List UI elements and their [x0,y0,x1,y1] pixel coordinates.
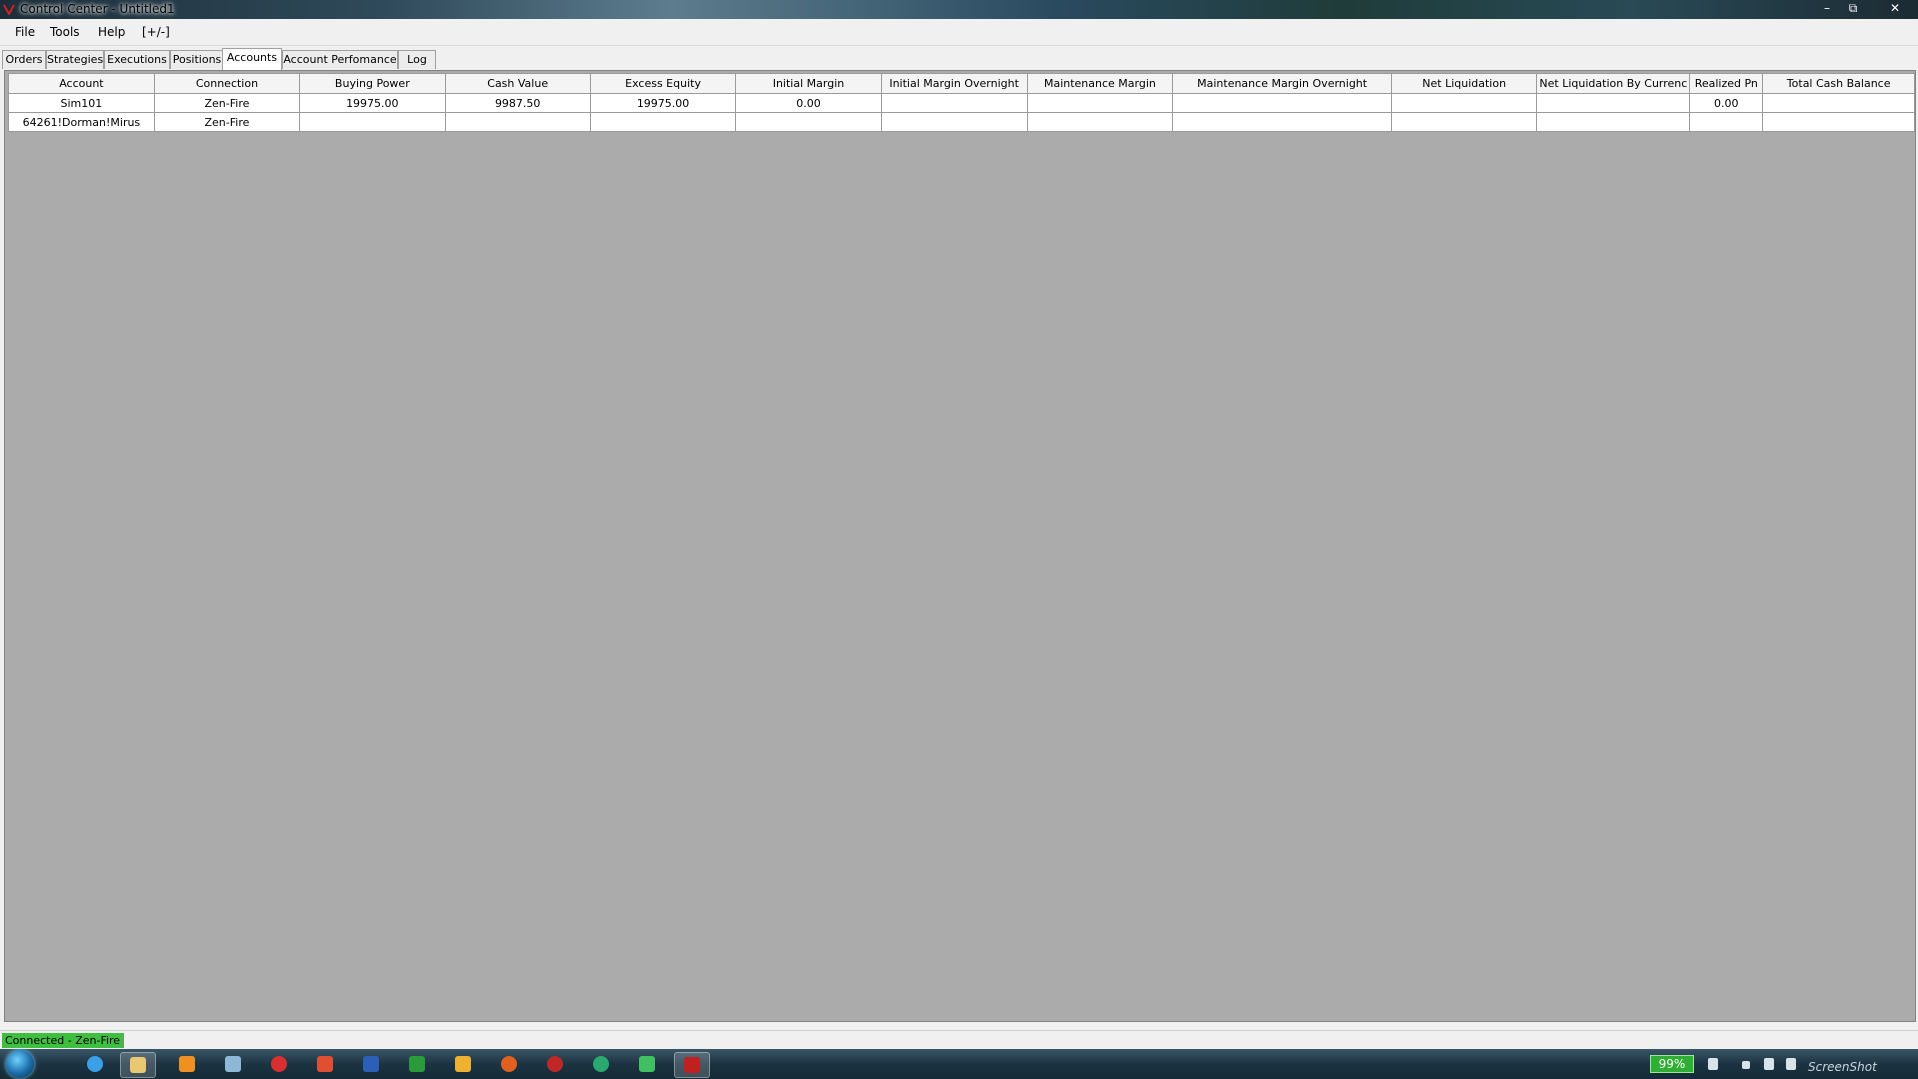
tab-orders[interactable]: Orders [2,50,46,69]
table-cell[interactable] [589,112,737,132]
table-cell[interactable] [1536,93,1691,113]
window-title: Control Center - Untitled1 [20,2,175,16]
column-header[interactable]: Excess Equity [589,73,737,94]
media-player-icon[interactable] [170,1052,204,1076]
presentation-icon[interactable] [308,1052,342,1076]
trading-platform-icon[interactable] [674,1052,710,1078]
tab-executions[interactable]: Executions [104,50,170,69]
connection-status: Connected - Zen-Fire [2,1033,125,1048]
table-row[interactable]: 64261!Dorman!Mirus Zen-Fire [8,112,1915,132]
accounts-panel: Account Connection Buying Power Cash Val… [4,70,1916,1022]
close-button[interactable]: ✕ [1880,0,1910,18]
table-cell[interactable] [299,112,446,132]
sync-icon[interactable] [1708,1058,1718,1070]
reader-icon[interactable] [262,1052,296,1076]
table-cell[interactable] [1390,112,1538,132]
browser-icon[interactable] [78,1052,112,1076]
table-cell[interactable] [444,112,591,132]
chart-app-icon[interactable] [630,1052,664,1076]
column-header[interactable]: Maintenance Margin Overnight [1172,73,1392,94]
table-cell[interactable] [1172,93,1392,113]
grid-header-row: Account Connection Buying Power Cash Val… [8,73,1915,94]
column-header[interactable]: Realized Pn [1689,73,1764,94]
security-icon[interactable] [538,1052,572,1076]
table-cell[interactable] [880,112,1028,132]
table-cell[interactable] [1689,112,1764,132]
table-cell[interactable] [1026,93,1174,113]
column-header[interactable]: Maintenance Margin [1026,73,1174,94]
table-cell[interactable] [1762,93,1915,113]
column-header[interactable]: Connection [153,73,301,94]
tab-positions[interactable]: Positions [170,50,224,69]
table-cell[interactable] [880,93,1028,113]
mail-icon[interactable] [446,1052,480,1076]
chat-icon[interactable] [216,1052,250,1076]
globe-icon[interactable] [584,1052,618,1076]
table-cell[interactable]: 9987.50 [444,93,591,113]
status-bar: Connected - Zen-Fire [0,1030,1918,1050]
table-cell[interactable]: Zen-Fire [153,93,301,113]
app-icon [3,4,15,15]
watermark: ScreenShot [1808,1060,1877,1074]
menu-help[interactable]: Help [98,25,125,39]
table-cell[interactable] [1172,112,1392,132]
minimize-button[interactable]: – [1814,0,1840,18]
menu-bar: File Tools Help [+/-] [0,19,1918,46]
table-cell[interactable]: 19975.00 [589,93,737,113]
table-cell[interactable]: 64261!Dorman!Mirus [8,112,155,132]
tab-strategies[interactable]: Strategies [46,50,104,69]
column-header[interactable]: Net Liquidation [1390,73,1538,94]
table-cell[interactable] [1536,112,1691,132]
column-header[interactable]: Total Cash Balance [1762,73,1915,94]
taskbar: 99% ScreenShot [0,1049,1918,1079]
restore-button[interactable]: ⧉ [1840,0,1866,18]
tab-accounts[interactable]: Accounts [222,48,282,70]
start-button[interactable] [6,1050,34,1078]
table-cell[interactable] [1762,112,1915,132]
folder-icon[interactable] [120,1052,156,1078]
show-hidden-icons-icon[interactable] [1742,1061,1750,1069]
tab-log[interactable]: Log [398,50,436,69]
title-bar: Control Center - Untitled1 – ⧉ ✕ [0,0,1918,19]
column-header[interactable]: Initial Margin [735,73,882,94]
word-icon[interactable] [354,1052,388,1076]
network-adapter-icon[interactable] [1764,1058,1774,1070]
fox-icon[interactable] [492,1052,526,1076]
column-header[interactable]: Cash Value [444,73,591,94]
table-cell[interactable]: 19975.00 [299,93,446,113]
column-header[interactable]: Buying Power [299,73,446,94]
menu-toggle[interactable]: [+/-] [142,25,170,39]
menu-file[interactable]: File [15,25,35,39]
table-cell[interactable]: Sim101 [8,93,155,113]
table-cell[interactable]: Zen-Fire [153,112,301,132]
table-cell[interactable] [1390,93,1538,113]
table-cell[interactable] [1026,112,1174,132]
table-cell[interactable] [735,112,882,132]
column-header[interactable]: Account [8,73,155,94]
spreadsheet-icon[interactable] [400,1052,434,1076]
battery-indicator[interactable]: 99% [1650,1055,1694,1073]
table-row[interactable]: Sim101 Zen-Fire 19975.00 9987.50 19975.0… [8,93,1915,113]
column-header[interactable]: Initial Margin Overnight [880,73,1028,94]
table-cell[interactable]: 0.00 [735,93,882,113]
tab-account-performance[interactable]: Account Perfomance [282,50,398,69]
signal-strength-icon[interactable] [1786,1058,1796,1070]
menu-tools[interactable]: Tools [50,25,80,39]
table-cell[interactable]: 0.00 [1689,93,1764,113]
accounts-grid: Account Connection Buying Power Cash Val… [8,73,1915,132]
column-header[interactable]: Net Liquidation By Currenc [1536,73,1691,94]
